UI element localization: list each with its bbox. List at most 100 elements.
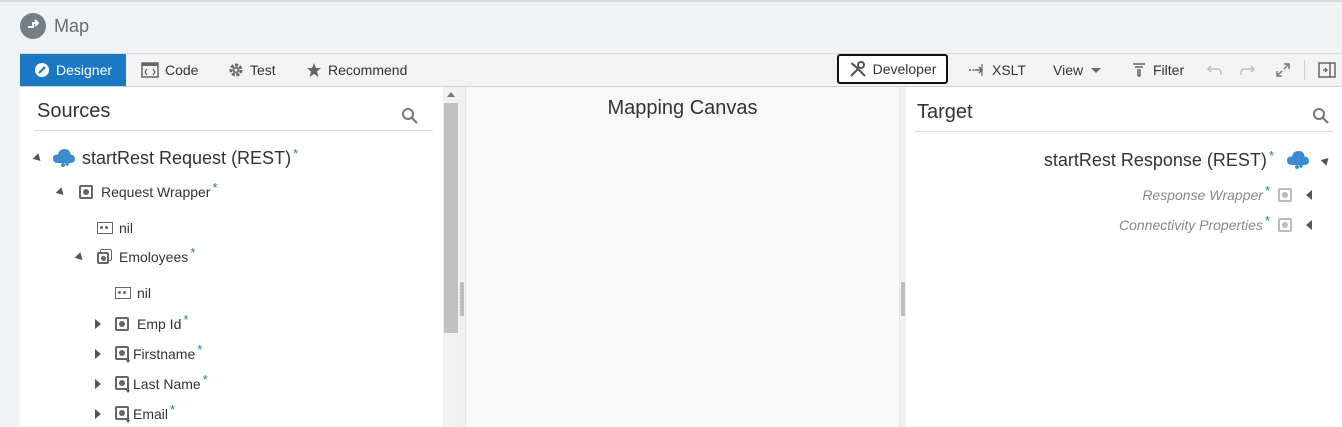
page-header: Map	[0, 2, 1342, 52]
sources-title-divider	[34, 130, 433, 131]
required-marker: *	[170, 401, 176, 417]
expand-triangle-icon[interactable]	[95, 319, 101, 329]
maximize-button[interactable]	[1274, 54, 1298, 86]
required-marker: *	[1264, 212, 1270, 228]
tree-node-emoloyees[interactable]: Emoloyees *	[74, 245, 195, 265]
repeating-element-icon	[97, 249, 113, 265]
target-panel: Target startRest Response (REST) * Respo…	[906, 87, 1342, 427]
required-marker: *	[212, 179, 218, 195]
element-sort-icon	[115, 405, 133, 423]
search-icon[interactable]	[1312, 107, 1330, 125]
filter-button[interactable]: Filter	[1131, 54, 1184, 86]
filter-icon	[1133, 63, 1145, 77]
undo-button[interactable]	[1206, 54, 1230, 86]
tools-icon	[849, 61, 866, 77]
tree-node-nil-2[interactable]: nil	[115, 285, 151, 301]
map-icon	[20, 13, 46, 39]
tree-node-emp-id[interactable]: Emp Id *	[95, 312, 188, 332]
tree-node-label: Firstname	[133, 346, 196, 362]
tree-node-nil[interactable]: nil	[97, 220, 133, 236]
designer-label: Designer	[55, 62, 113, 78]
redo-icon	[1240, 65, 1256, 75]
sources-panel: Sources startRest Request (REST) * Reque…	[20, 87, 443, 427]
recommend-label: Recommend	[328, 62, 408, 78]
tree-node-label: nil	[119, 220, 134, 236]
search-icon[interactable]	[401, 107, 419, 125]
designer-tab[interactable]: Designer	[20, 54, 126, 86]
attribute-icon	[115, 287, 131, 299]
view-label: View	[1053, 62, 1084, 78]
required-marker: *	[1264, 182, 1270, 198]
tree-node-label: Emp Id	[137, 316, 182, 332]
tree-node-email[interactable]: Email *	[95, 401, 176, 423]
tree-node-root[interactable]: startRest Request (REST) *	[32, 145, 299, 169]
tree-node-label: startRest Response (REST)	[1043, 149, 1267, 170]
element-icon	[1278, 188, 1292, 202]
tree-node-label: Response Wrapper	[1142, 187, 1263, 203]
expand-triangle-icon[interactable]	[95, 349, 101, 359]
element-sort-icon	[115, 345, 133, 363]
target-node-root[interactable]: startRest Response (REST) *	[1043, 147, 1332, 171]
collapse-triangle-icon[interactable]	[1320, 154, 1332, 166]
star-icon	[307, 63, 321, 77]
expand-icon	[1276, 63, 1290, 77]
test-tab[interactable]: Test	[228, 54, 276, 86]
tree-node-label: Request Wrapper	[101, 184, 211, 200]
target-node-connectivity-properties[interactable]: Connectivity Properties *	[1118, 213, 1312, 233]
xslt-button[interactable]: XSLT	[968, 54, 1026, 86]
redo-button[interactable]	[1238, 54, 1262, 86]
element-icon	[1278, 218, 1292, 232]
tree-node-last-name[interactable]: Last Name *	[95, 372, 208, 393]
required-marker: *	[293, 145, 299, 161]
tree-node-label: Emoloyees	[119, 249, 189, 265]
test-label: Test	[250, 62, 276, 78]
expand-triangle-icon[interactable]	[1306, 190, 1312, 200]
expand-triangle-icon[interactable]	[1306, 220, 1312, 230]
code-label: Code	[165, 62, 199, 78]
developer-label: Developer	[872, 61, 937, 77]
element-sort-icon	[115, 375, 133, 393]
drag-handle-icon[interactable]	[901, 282, 905, 316]
cloud-rest-icon	[53, 149, 75, 167]
tree-node-label: Email	[133, 406, 169, 422]
xslt-label: XSLT	[992, 62, 1026, 78]
required-marker: *	[183, 311, 189, 327]
mapping-canvas[interactable]: Mapping Canvas	[465, 87, 900, 427]
code-tab[interactable]: Code	[141, 54, 198, 86]
tree-node-label: startRest Request (REST)	[82, 147, 292, 168]
target-title-divider	[915, 131, 1333, 132]
drag-handle-icon[interactable]	[460, 282, 464, 316]
scrollbar-thumb[interactable]	[444, 103, 458, 333]
tree-node-label: Connectivity Properties	[1118, 217, 1263, 233]
toolbar: Designer Code Test Recommend Developer X…	[20, 53, 1342, 87]
sources-scrollbar[interactable]	[443, 87, 459, 427]
panel-toggle-button[interactable]	[1318, 54, 1342, 86]
required-marker: *	[197, 341, 203, 357]
developer-button[interactable]: Developer	[837, 54, 948, 84]
page-title: Map	[54, 16, 90, 36]
designer-icon	[34, 63, 49, 77]
expand-triangle-icon[interactable]	[95, 409, 101, 419]
required-marker: *	[190, 244, 196, 260]
element-icon	[115, 317, 129, 331]
collapse-triangle-icon[interactable]	[32, 152, 44, 164]
tree-node-firstname[interactable]: Firstname *	[95, 341, 203, 363]
required-marker: *	[1268, 147, 1274, 163]
collapse-triangle-icon[interactable]	[74, 251, 86, 263]
collapse-triangle-icon[interactable]	[55, 186, 67, 198]
recommend-tab[interactable]: Recommend	[306, 54, 407, 86]
gear-icon	[229, 63, 243, 77]
scroll-up-arrow-icon[interactable]	[447, 92, 455, 97]
chevron-down-icon	[1091, 67, 1102, 73]
filter-label: Filter	[1153, 62, 1185, 78]
canvas-title: Mapping Canvas	[607, 97, 758, 119]
target-node-response-wrapper[interactable]: Response Wrapper *	[1142, 183, 1312, 203]
expand-triangle-icon[interactable]	[95, 379, 101, 389]
code-icon	[141, 62, 159, 78]
view-dropdown[interactable]: View	[1053, 54, 1102, 86]
undo-icon	[1206, 65, 1222, 75]
tree-node-request-wrapper[interactable]: Request Wrapper *	[55, 180, 218, 200]
panel-collapse-icon	[1318, 62, 1336, 78]
attribute-icon	[97, 222, 113, 234]
toolbar-divider	[1304, 60, 1305, 80]
